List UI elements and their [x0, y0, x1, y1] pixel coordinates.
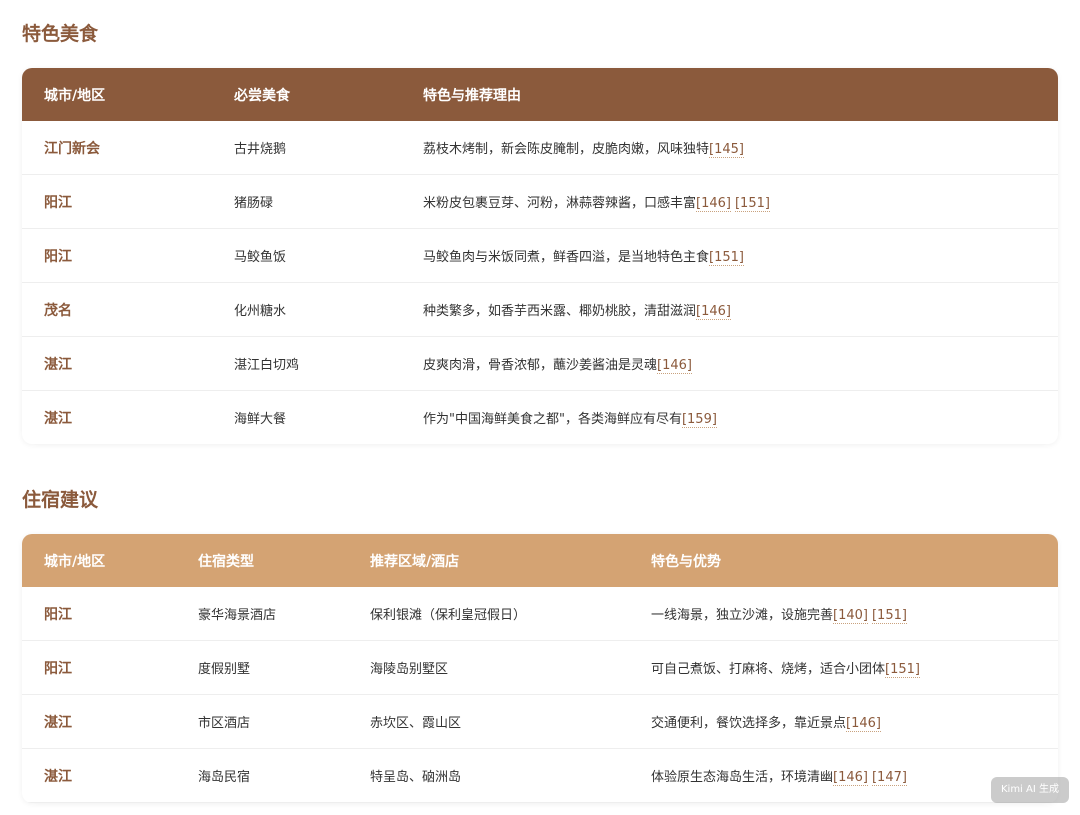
city-cell: 茂名: [22, 282, 212, 337]
citation-link[interactable]: [146]: [846, 716, 881, 732]
stay-table: 城市/地区 住宿类型 推荐区域/酒店 特色与优势 阳江 豪华海景酒店 保利银滩（保利…: [22, 534, 1058, 803]
description-cell: 种类繁多，如香芋西米露、椰奶桃胶，清甜滋润[146]: [401, 282, 1058, 337]
description-cell: 米粉皮包裹豆芽、河粉，淋蒜蓉辣酱，口感丰富[146] [151]: [401, 174, 1058, 229]
city-cell: 湛江: [22, 336, 212, 391]
header-stay-type: 住宿类型: [198, 553, 254, 570]
table-row: 阳江 度假别墅 海陵岛别墅区 可自己煮饭、打麻将、烧烤，适合小团体[151]: [22, 640, 1058, 695]
page: 特色美食 城市/地区 必尝美食 特色与推荐理由 江门新会 古井烧鹅 荔枝木烤制，新会…: [0, 0, 1080, 815]
description-cell: 马鲛鱼肉与米饭同煮，鲜香四溢，是当地特色主食[151]: [401, 228, 1058, 283]
city-cell: 阳江: [22, 174, 212, 229]
citation-link[interactable]: [147]: [871, 770, 907, 786]
table-row: 江门新会 古井烧鹅 荔枝木烤制，新会陈皮腌制，皮脆肉嫩，风味独特[145]: [22, 121, 1058, 175]
area-cell: 赤坎区、霞山区: [348, 694, 629, 749]
description-text: 交通便利，餐饮选择多，靠近景点: [651, 716, 847, 731]
citation-link[interactable]: [146]: [696, 304, 731, 320]
table-row: 湛江 市区酒店 赤坎区、霞山区 交通便利，餐饮选择多，靠近景点[146]: [22, 694, 1058, 749]
food-table-card: 城市/地区 必尝美食 特色与推荐理由 江门新会 古井烧鹅 荔枝木烤制，新会陈皮腌制，…: [22, 68, 1058, 444]
dish-cell: 猪肠碌: [212, 174, 401, 229]
description-text: 皮爽肉滑，骨香浓郁，蘸沙姜酱油是灵魂: [423, 358, 658, 373]
description-text: 作为"中国海鲜美食之都"，各类海鲜应有尽有: [423, 412, 682, 427]
table-row: 茂名 化州糖水 种类繁多，如香芋西米露、椰奶桃胶，清甜滋润[146]: [22, 282, 1058, 337]
stay-type-cell: 市区酒店: [176, 694, 348, 749]
city-cell: 江门新会: [22, 121, 212, 175]
food-section-title: 特色美食: [22, 23, 99, 45]
table-row: 湛江 海鲜大餐 作为"中国海鲜美食之都"，各类海鲜应有尽有[159]: [22, 391, 1058, 445]
description-text: 马鲛鱼肉与米饭同煮，鲜香四溢，是当地特色主食: [423, 250, 710, 265]
area-cell: 保利银滩（保利皇冠假日）: [348, 587, 629, 641]
dish-cell: 化州糖水: [212, 282, 401, 337]
area-cell: 特呈岛、硇洲岛: [348, 748, 629, 803]
header-advantages: 特色与优势: [651, 553, 721, 570]
dish-cell: 马鲛鱼饭: [212, 228, 401, 283]
description-cell: 一线海景，独立沙滩，设施完善[140] [151]: [629, 587, 1058, 641]
citation-link[interactable]: [151]: [709, 250, 744, 266]
city-cell: 阳江: [22, 640, 176, 695]
description-text: 体验原生态海岛生活，环境清幽: [651, 770, 834, 785]
city-cell: 阳江: [22, 587, 176, 641]
citation-link[interactable]: [151]: [734, 196, 770, 212]
city-cell: 湛江: [44, 410, 72, 427]
description-text: 一线海景，独立沙滩，设施完善: [651, 608, 834, 623]
table-row: 阳江 马鲛鱼饭 马鲛鱼肉与米饭同煮，鲜香四溢，是当地特色主食[151]: [22, 228, 1058, 283]
dish-cell: 海鲜大餐: [234, 412, 287, 427]
header-city: 城市/地区: [44, 87, 106, 104]
food-table: 城市/地区 必尝美食 特色与推荐理由 江门新会 古井烧鹅 荔枝木烤制，新会陈皮腌制，…: [22, 68, 1058, 444]
stay-table-header: 城市/地区 住宿类型 推荐区域/酒店 特色与优势: [22, 534, 1058, 587]
description-cell: 交通便利，餐饮选择多，靠近景点[146]: [629, 694, 1058, 749]
citation-link[interactable]: [151]: [885, 662, 920, 678]
citation-link[interactable]: [145]: [709, 142, 744, 158]
city-cell: 湛江: [22, 694, 176, 749]
header-dish: 必尝美食: [234, 87, 290, 104]
city-cell: 湛江: [22, 748, 176, 803]
header-reason: 特色与推荐理由: [423, 87, 521, 104]
description-text: 米粉皮包裹豆芽、河粉，淋蒜蓉辣酱，口感丰富: [423, 196, 697, 211]
description-text: 种类繁多，如香芋西米露、椰奶桃胶，清甜滋润: [423, 304, 697, 319]
header-city: 城市/地区: [44, 553, 106, 570]
citation-link[interactable]: [146]: [833, 770, 868, 786]
citation-link[interactable]: [159]: [681, 412, 717, 428]
stay-section-title: 住宿建议: [22, 489, 99, 511]
description-text: 可自己煮饭、打麻将、烧烤，适合小团体: [651, 662, 886, 677]
stay-type-cell: 豪华海景酒店: [176, 587, 348, 641]
dish-cell: 古井烧鹅: [212, 121, 401, 175]
dish-cell: 湛江白切鸡: [212, 336, 401, 391]
citation-link[interactable]: [146]: [657, 358, 692, 374]
description-cell: 皮爽肉滑，骨香浓郁，蘸沙姜酱油是灵魂[146]: [401, 336, 1058, 391]
table-row: 阳江 豪华海景酒店 保利银滩（保利皇冠假日） 一线海景，独立沙滩，设施完善[140][…: [22, 587, 1058, 641]
table-row: 湛江 湛江白切鸡 皮爽肉滑，骨香浓郁，蘸沙姜酱油是灵魂[146]: [22, 336, 1058, 391]
watermark-badge: Kimi AI 生成: [991, 777, 1069, 803]
citation-link[interactable]: [151]: [871, 608, 907, 624]
table-row: 阳江 猪肠碌 米粉皮包裹豆芽、河粉，淋蒜蓉辣酱，口感丰富[146] [151]: [22, 174, 1058, 229]
citation-link[interactable]: [140]: [833, 608, 868, 624]
citation-link[interactable]: [146]: [696, 196, 731, 212]
table-row: 湛江 海岛民宿 特呈岛、硇洲岛 体验原生态海岛生活，环境清幽[146] [147]: [22, 748, 1058, 803]
city-cell: 阳江: [22, 228, 212, 283]
description-cell: 荔枝木烤制，新会陈皮腌制，皮脆肉嫩，风味独特[145]: [401, 121, 1058, 175]
description-text: 荔枝木烤制，新会陈皮腌制，皮脆肉嫩，风味独特: [423, 142, 710, 157]
stay-table-card: 城市/地区 住宿类型 推荐区域/酒店 特色与优势 阳江 豪华海景酒店 保利银滩（保利…: [22, 534, 1058, 803]
stay-type-cell: 海岛民宿: [176, 748, 348, 803]
description-cell: 可自己煮饭、打麻将、烧烤，适合小团体[151]: [629, 640, 1058, 695]
food-table-header: 城市/地区 必尝美食 特色与推荐理由: [22, 68, 1058, 121]
area-cell: 海陵岛别墅区: [348, 640, 629, 695]
header-area: 推荐区域/酒店: [370, 553, 460, 570]
description-cell: 作为"中国海鲜美食之都"，各类海鲜应有尽有[159]: [401, 391, 1058, 445]
stay-type-cell: 度假别墅: [176, 640, 348, 695]
